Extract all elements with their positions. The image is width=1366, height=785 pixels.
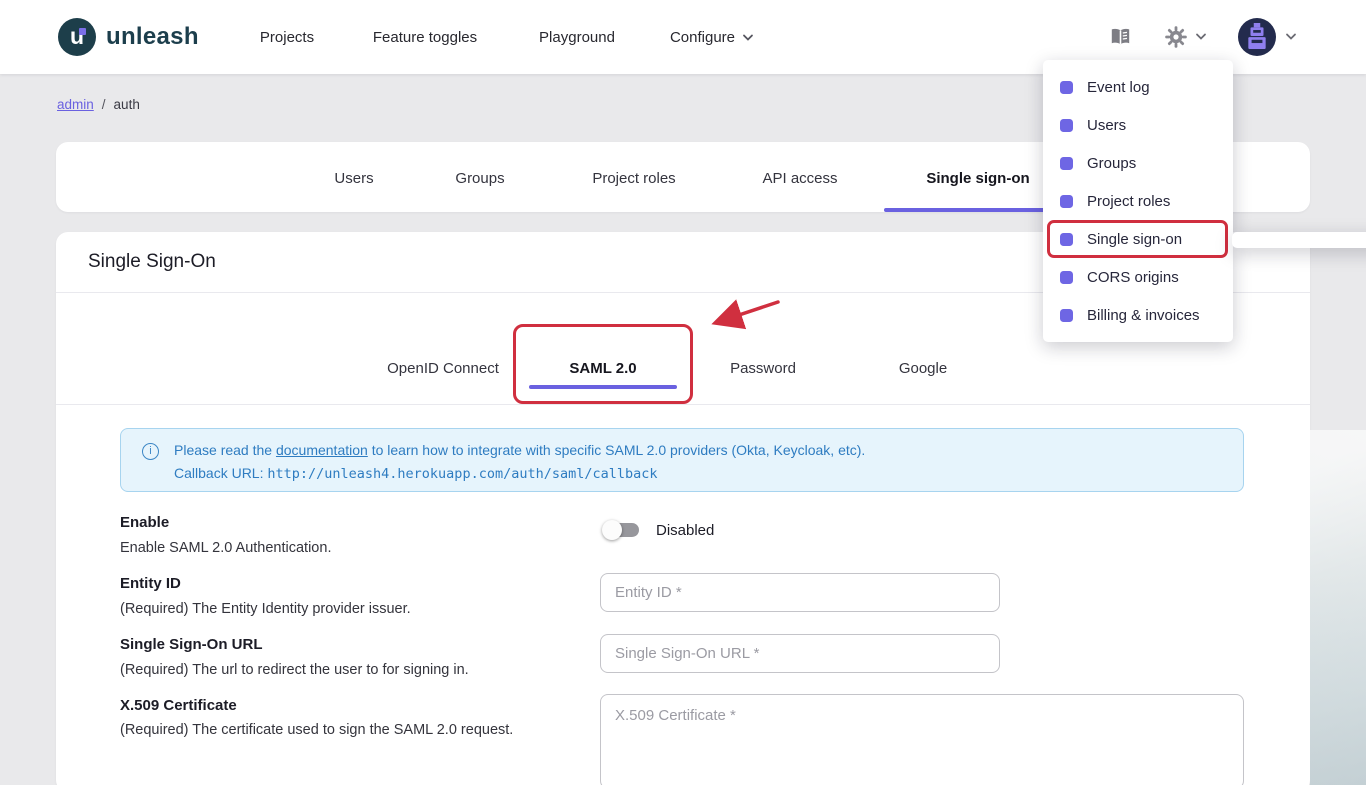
logo-letter: u [58, 17, 96, 55]
alert-callback: Callback URL: http://unleash4.herokuapp.… [174, 465, 658, 482]
tab-single-sign-on[interactable]: Single sign-on [926, 170, 1029, 187]
menu-item-groups[interactable]: Groups [1043, 144, 1233, 182]
unleash-logo[interactable]: u unleash [58, 18, 199, 56]
callback-url: http://unleash4.herokuapp.com/auth/saml/… [267, 466, 657, 482]
certificate-label: X.509 Certificate [120, 697, 237, 714]
menu-square-icon [1060, 195, 1073, 208]
enable-toggle[interactable] [602, 520, 642, 540]
alert-text-after: to learn how to integrate with specific … [368, 442, 865, 458]
documentation-link[interactable]: documentation [276, 442, 368, 458]
nav-item-configure[interactable]: Configure [670, 29, 754, 46]
background-texture [1310, 430, 1366, 785]
tab-users[interactable]: Users [334, 170, 373, 187]
menu-item-billing-invoices[interactable]: Billing & invoices [1043, 296, 1233, 334]
user-menu-trigger[interactable] [1238, 18, 1297, 56]
subtab-label: OpenID Connect [387, 360, 499, 377]
certificate-description: (Required) The certificate used to sign … [120, 719, 540, 741]
menu-item-cors-origins[interactable]: CORS origins [1043, 258, 1233, 296]
menu-item-label: Project roles [1087, 193, 1170, 210]
info-alert: i Please read the documentation to learn… [120, 428, 1244, 492]
sso-url-input[interactable] [600, 634, 1000, 673]
sso-url-label: Single Sign-On URL [120, 636, 263, 653]
menu-item-label: Groups [1087, 155, 1136, 172]
nav-item-feature-toggles[interactable]: Feature toggles [373, 29, 477, 46]
callback-label: Callback URL: [174, 465, 267, 481]
nav-item-playground[interactable]: Playground [539, 29, 615, 46]
tab-project-roles[interactable]: Project roles [592, 170, 675, 187]
annotation-box-menu-sso [1047, 220, 1228, 258]
breadcrumb: admin / auth [57, 97, 140, 112]
toggle-thumb [602, 520, 622, 540]
alert-text: Please read the documentation to learn h… [174, 442, 865, 458]
chevron-down-icon [742, 34, 754, 42]
toggle-state-label: Disabled [656, 522, 714, 539]
certificate-textarea[interactable] [600, 694, 1244, 785]
subtab-label: Password [730, 360, 796, 377]
breadcrumb-separator: / [102, 97, 106, 112]
menu-item-label: Users [1087, 117, 1126, 134]
subtab-label: Google [899, 360, 947, 377]
avatar [1238, 18, 1276, 56]
page-title: Single Sign-On [88, 251, 216, 273]
annotation-box-saml-tab [513, 324, 693, 404]
alert-text-before: Please read the [174, 442, 276, 458]
documentation-book-icon[interactable] [1109, 27, 1132, 52]
menu-item-users[interactable]: Users [1043, 106, 1233, 144]
menu-item-label: Event log [1087, 79, 1150, 96]
tab-groups[interactable]: Groups [455, 170, 504, 187]
settings-menu-trigger[interactable] [1164, 25, 1207, 49]
info-icon: i [142, 443, 159, 460]
menu-square-icon [1060, 309, 1073, 322]
enable-label: Enable [120, 514, 169, 531]
tab-api-access[interactable]: API access [762, 170, 837, 187]
screen: u unleash Projects Feature toggles Playg… [0, 0, 1366, 785]
subtab-openid-connect[interactable]: OpenID Connect [363, 345, 523, 391]
breadcrumb-admin-link[interactable]: admin [57, 97, 94, 112]
entity-id-input[interactable] [600, 573, 1000, 612]
subtab-password[interactable]: Password [683, 345, 843, 391]
chevron-down-icon [1195, 33, 1207, 41]
settings-dropdown-menu: Event log Users Groups Project roles Sin… [1043, 60, 1233, 342]
breadcrumb-current: auth [114, 97, 140, 112]
logo-purple-square [79, 28, 86, 35]
subtab-google[interactable]: Google [843, 345, 1003, 391]
chevron-down-icon [1285, 33, 1297, 41]
menu-square-icon [1060, 157, 1073, 170]
menu-item-label: CORS origins [1087, 269, 1179, 286]
menu-square-icon [1060, 81, 1073, 94]
menu-square-icon [1060, 271, 1073, 284]
menu-item-label: Billing & invoices [1087, 307, 1200, 324]
entity-id-label: Entity ID [120, 575, 181, 592]
menu-square-icon [1060, 119, 1073, 132]
nav-item-projects[interactable]: Projects [260, 29, 314, 46]
sso-url-description: (Required) The url to redirect the user … [120, 659, 469, 681]
enable-description: Enable SAML 2.0 Authentication. [120, 537, 331, 559]
menu-item-project-roles[interactable]: Project roles [1043, 182, 1233, 220]
gear-icon [1164, 25, 1188, 49]
brand-name: unleash [106, 23, 199, 51]
annotation-arrow-saml [700, 295, 785, 331]
menu-item-event-log[interactable]: Event log [1043, 68, 1233, 106]
entity-id-description: (Required) The Entity Identity provider … [120, 598, 411, 620]
nav-item-configure-label: Configure [670, 29, 735, 46]
divider [56, 404, 1310, 405]
annotation-arrow-menu [1232, 232, 1366, 248]
unleash-logo-icon: u [58, 18, 96, 56]
